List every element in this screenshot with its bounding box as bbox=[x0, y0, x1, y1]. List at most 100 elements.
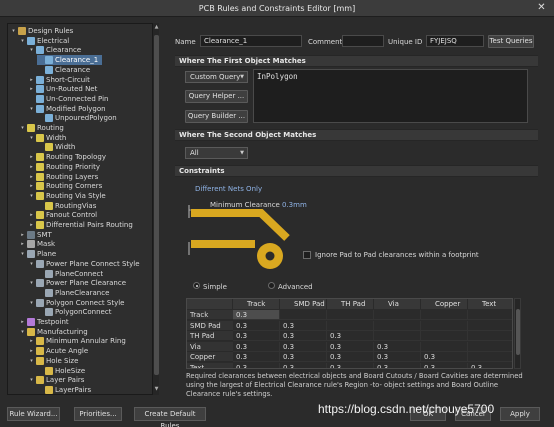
tree-item[interactable]: PlaneConnect bbox=[37, 269, 103, 279]
tree-item[interactable]: ▸ Mask bbox=[19, 239, 55, 249]
tree-item[interactable]: ▾ Power Plane Clearance bbox=[28, 278, 126, 288]
matrix-cell[interactable]: 0.3 bbox=[233, 331, 280, 341]
collapsed-icon[interactable]: ▸ bbox=[28, 162, 35, 172]
tree-item[interactable]: ▾ Width bbox=[28, 133, 66, 143]
query-helper-button[interactable]: Query Helper ... bbox=[185, 90, 248, 103]
rules-tree[interactable]: ▾ Design Rules ▾ Electrical ▾ Clearance Cleara… bbox=[7, 23, 159, 395]
tree-item[interactable]: ▸ Short-Circuit bbox=[28, 75, 90, 85]
tree-item[interactable]: HoleSize bbox=[37, 366, 85, 376]
matrix-cell[interactable]: 0.3 bbox=[374, 352, 421, 362]
matrix-cell[interactable]: 0.3 bbox=[280, 331, 327, 341]
query-editor[interactable]: InPolygon bbox=[253, 69, 528, 123]
expanded-icon[interactable]: ▾ bbox=[28, 45, 35, 55]
collapsed-icon[interactable]: ▸ bbox=[28, 336, 35, 346]
apply-button[interactable]: Apply bbox=[500, 407, 540, 421]
matrix-cell[interactable]: 0.3 bbox=[280, 352, 327, 362]
test-queries-button[interactable]: Test Queries bbox=[488, 35, 534, 48]
comment-field[interactable] bbox=[342, 35, 384, 47]
matrix-cell[interactable]: 0.3 bbox=[327, 331, 374, 341]
collapsed-icon[interactable]: ▸ bbox=[28, 346, 35, 356]
matrix-cell[interactable]: 0.3 bbox=[374, 341, 421, 352]
expanded-icon[interactable]: ▾ bbox=[19, 249, 26, 259]
expanded-icon[interactable]: ▾ bbox=[28, 298, 35, 308]
unique-id-field[interactable]: FYJEJSQ bbox=[426, 35, 484, 47]
matrix-cell[interactable]: 0.3 bbox=[327, 341, 374, 352]
expanded-icon[interactable]: ▾ bbox=[19, 327, 26, 337]
tree-item[interactable]: ▾ Manufacturing bbox=[19, 327, 88, 337]
tree-item[interactable]: ▾ Clearance bbox=[28, 45, 81, 55]
tree-item[interactable]: ▸ Testpoint bbox=[19, 317, 69, 327]
scroll-up-icon[interactable]: ▲ bbox=[153, 24, 160, 32]
matrix-scrollbar[interactable] bbox=[514, 298, 521, 369]
matrix-cell[interactable]: 0.3 bbox=[327, 362, 374, 368]
matrix-cell[interactable]: 0.3 bbox=[468, 363, 512, 369]
collapsed-icon[interactable]: ▸ bbox=[19, 239, 26, 249]
matrix-cell[interactable]: 0.3 bbox=[280, 341, 327, 352]
tree-item[interactable]: Width bbox=[37, 142, 75, 152]
tree-item[interactable]: ▸ Acute Angle bbox=[28, 346, 88, 356]
tree-item[interactable]: ▸ Un-Routed Net bbox=[28, 84, 97, 94]
tree-scroll-thumb[interactable] bbox=[154, 35, 159, 375]
tree-item[interactable]: LayerPairs bbox=[37, 385, 91, 394]
tree-item[interactable]: ▸ Routing Layers bbox=[28, 172, 98, 182]
tree-item[interactable]: ▾ Design Rules bbox=[10, 26, 73, 36]
tree-item[interactable]: Clearance bbox=[37, 65, 90, 75]
expanded-icon[interactable]: ▾ bbox=[28, 259, 35, 269]
collapsed-icon[interactable]: ▸ bbox=[19, 317, 26, 327]
tree-item[interactable]: RoutingVias bbox=[37, 201, 96, 211]
tree-item[interactable]: ▾ Routing bbox=[19, 123, 64, 133]
tree-item[interactable]: UnpouredPolygon bbox=[37, 113, 117, 123]
rule-wizard-button[interactable]: Rule Wizard... bbox=[7, 407, 60, 421]
tree-item[interactable]: ▾ Power Plane Connect Style bbox=[28, 259, 140, 269]
tree-item[interactable]: ▸ Routing Topology bbox=[28, 152, 106, 162]
tree-scrollbar[interactable]: ▲ ▼ bbox=[152, 23, 159, 395]
matrix-cell[interactable]: 0.3 bbox=[374, 362, 421, 368]
tree-item[interactable]: ▸ SMT bbox=[19, 230, 52, 240]
expanded-icon[interactable]: ▾ bbox=[10, 26, 17, 36]
matrix-cell[interactable]: 0.3 bbox=[421, 362, 468, 368]
tree-item[interactable]: PlaneClearance bbox=[37, 288, 109, 298]
expanded-icon[interactable]: ▾ bbox=[19, 36, 26, 46]
tree-item[interactable]: ▾ Hole Size bbox=[28, 356, 78, 366]
name-field[interactable]: Clearance_1 bbox=[200, 35, 302, 47]
tree-item[interactable]: ▸ Differential Pairs Routing bbox=[28, 220, 133, 230]
tree-item[interactable]: PolygonConnect bbox=[37, 307, 111, 317]
scroll-down-icon[interactable]: ▼ bbox=[153, 386, 160, 394]
advanced-radio[interactable] bbox=[268, 282, 275, 289]
tree-item[interactable]: ▾ Electrical bbox=[19, 36, 69, 46]
matrix-cell[interactable]: 0.3 bbox=[327, 352, 374, 362]
tree-item[interactable]: ▾ Polygon Connect Style bbox=[28, 298, 124, 308]
matrix-cell[interactable]: 0.3 bbox=[421, 352, 468, 362]
tree-item[interactable]: ▸ Routing Priority bbox=[28, 162, 100, 172]
tree-item[interactable]: ▾ Modified Polygon bbox=[28, 104, 106, 114]
matrix-cell[interactable]: 0.3 bbox=[233, 320, 280, 331]
ignore-pad-checkbox[interactable] bbox=[303, 251, 311, 259]
expanded-icon[interactable]: ▾ bbox=[19, 123, 26, 133]
expanded-icon[interactable]: ▾ bbox=[28, 375, 35, 385]
collapsed-icon[interactable]: ▸ bbox=[28, 210, 35, 220]
tree-item[interactable]: ▾ Plane bbox=[19, 249, 56, 259]
collapsed-icon[interactable]: ▸ bbox=[28, 181, 35, 191]
matrix-cell[interactable]: 0.3 bbox=[233, 362, 280, 368]
collapsed-icon[interactable]: ▸ bbox=[28, 172, 35, 182]
tree-item[interactable]: ▾ Routing Via Style bbox=[28, 191, 106, 201]
matrix-cell[interactable]: 0.3 bbox=[233, 310, 280, 320]
expanded-icon[interactable]: ▾ bbox=[28, 278, 35, 288]
query-builder-button[interactable]: Query Builder ... bbox=[185, 110, 248, 123]
matrix-scroll-thumb[interactable] bbox=[516, 309, 520, 355]
close-icon[interactable]: ✕ bbox=[535, 2, 548, 14]
collapsed-icon[interactable]: ▸ bbox=[28, 75, 35, 85]
priorities-button[interactable]: Priorities... bbox=[74, 407, 122, 421]
different-nets-only-label[interactable]: Different Nets Only bbox=[195, 185, 262, 193]
tree-item[interactable]: Un-Connected Pin bbox=[28, 94, 108, 104]
second-match-combo[interactable]: All ▼ bbox=[185, 147, 248, 159]
expanded-icon[interactable]: ▾ bbox=[28, 133, 35, 143]
matrix-cell[interactable]: 0.3 bbox=[280, 320, 327, 331]
collapsed-icon[interactable]: ▸ bbox=[28, 220, 35, 230]
matrix-cell[interactable]: 0.3 bbox=[280, 362, 327, 368]
clearance-matrix[interactable]: Track SMD Pad TH Pad Via Copper Text Track 0.3 S… bbox=[186, 298, 513, 369]
collapsed-icon[interactable]: ▸ bbox=[19, 230, 26, 240]
matrix-cell[interactable]: 0.3 bbox=[233, 341, 280, 352]
collapsed-icon[interactable]: ▸ bbox=[28, 152, 35, 162]
collapsed-icon[interactable]: ▸ bbox=[28, 84, 35, 94]
